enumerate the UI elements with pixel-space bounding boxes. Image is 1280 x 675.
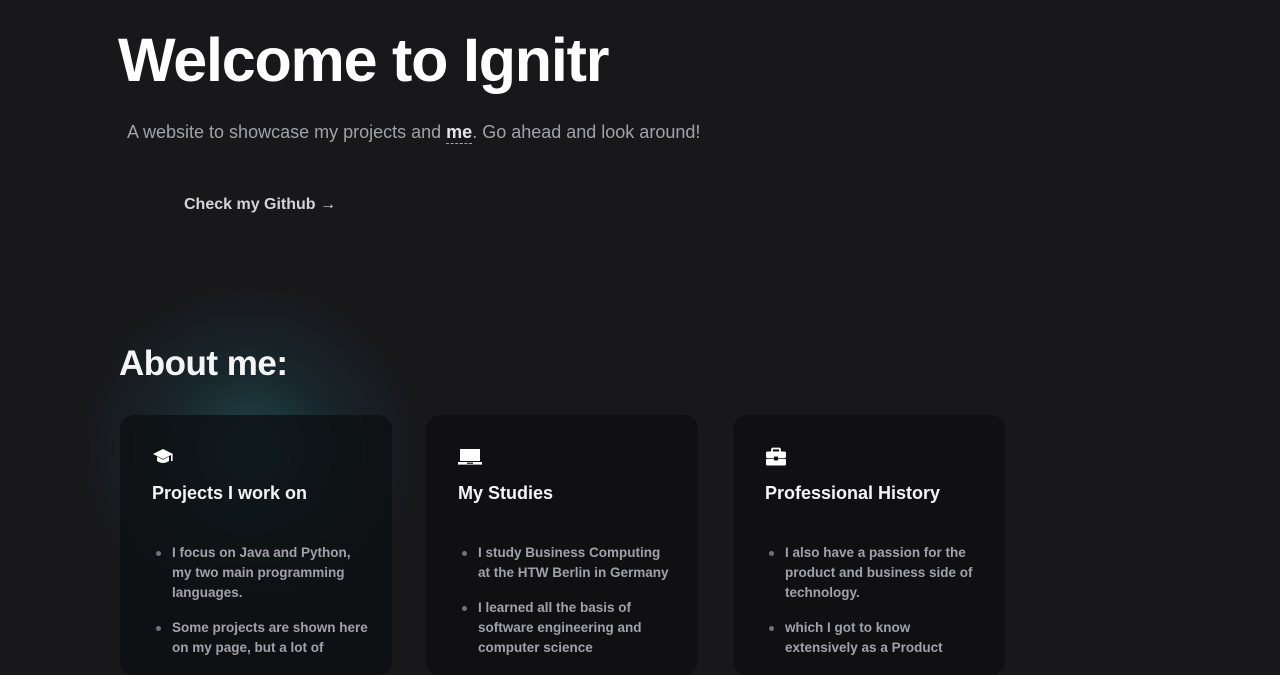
card-list: I focus on Java and Python, my two main … bbox=[152, 543, 368, 658]
bullet-dot bbox=[462, 551, 467, 556]
card-title: My Studies bbox=[458, 483, 554, 503]
laptop-icon bbox=[458, 447, 482, 467]
list-item: I learned all the basis of software engi… bbox=[458, 598, 674, 658]
bullet-dot bbox=[769, 626, 774, 631]
card-professional: Professional History I also have a passi… bbox=[733, 415, 1005, 675]
list-item-text: I study Business Computing at the HTW Be… bbox=[478, 545, 669, 580]
bullet-dot bbox=[462, 606, 467, 611]
about-me-link[interactable]: me bbox=[446, 122, 473, 144]
card-projects: Projects I work on I focus on Java and P… bbox=[120, 415, 392, 675]
bullet-dot bbox=[156, 551, 161, 556]
card-list: I also have a passion for the product an… bbox=[765, 543, 981, 658]
page-title: Welcome to Ignitr bbox=[118, 26, 609, 94]
list-item-text: Some projects are shown here on my page,… bbox=[172, 620, 368, 655]
subtitle-text-before: A website to showcase my projects and bbox=[127, 122, 447, 142]
about-heading: About me: bbox=[119, 344, 288, 383]
list-item: Some projects are shown here on my page,… bbox=[152, 618, 368, 658]
briefcase-icon bbox=[765, 447, 787, 467]
card-title: Professional History bbox=[765, 483, 941, 503]
page-subtitle: A website to showcase my projects and me… bbox=[127, 120, 700, 144]
subtitle-text-after: . Go ahead and look around! bbox=[472, 122, 701, 142]
card-list: I study Business Computing at the HTW Be… bbox=[458, 543, 674, 658]
list-item-text: I also have a passion for the product an… bbox=[785, 545, 973, 600]
bullet-dot bbox=[156, 626, 161, 631]
list-item-text: which I got to know extensively as a Pro… bbox=[785, 620, 943, 655]
graduation-cap-icon bbox=[152, 447, 174, 467]
list-item: I also have a passion for the product an… bbox=[765, 543, 981, 603]
list-item: I study Business Computing at the HTW Be… bbox=[458, 543, 674, 583]
list-item: I focus on Java and Python, my two main … bbox=[152, 543, 368, 603]
github-link[interactable]: Check my Github → bbox=[184, 194, 336, 216]
card-studies: My Studies I study Business Computing at… bbox=[426, 415, 698, 675]
list-item: which I got to know extensively as a Pro… bbox=[765, 618, 981, 658]
card-title: Projects I work on bbox=[152, 483, 308, 503]
list-item-text: I focus on Java and Python, my two main … bbox=[172, 545, 351, 600]
bullet-dot bbox=[769, 551, 774, 556]
list-item-text: I learned all the basis of software engi… bbox=[478, 600, 642, 655]
